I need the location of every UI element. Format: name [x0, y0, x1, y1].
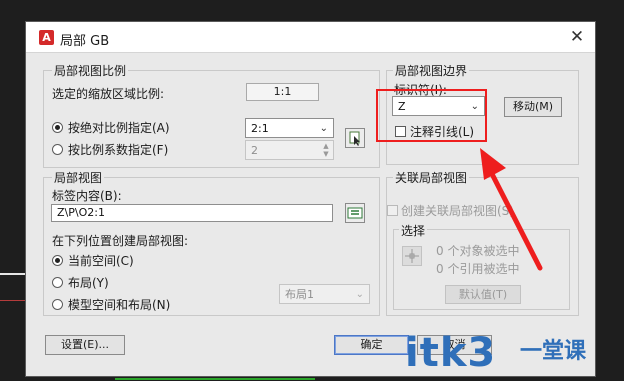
factor-scale-stepper[interactable]: 2 ▲ ▼ [245, 140, 334, 160]
label-content-label: 标签内容(B): [52, 189, 122, 203]
crosshair-icon [405, 249, 419, 263]
text-edit-icon [347, 207, 363, 219]
factor-scale-radio[interactable] [52, 144, 63, 155]
layout-select-value: 布局1 [285, 288, 314, 301]
leader-label[interactable]: 注释引线(L) [410, 123, 474, 140]
dialog-title: 局部 GB [60, 34, 110, 49]
boundary-group-title: 局部视图边界 [393, 62, 470, 79]
cad-line-red [0, 300, 25, 301]
label-content-input[interactable]: Z\P\O2:1 [51, 204, 333, 222]
layout-label[interactable]: 布局(Y) [68, 274, 109, 291]
chevron-down-icon: ⌄ [355, 289, 364, 300]
default-values-button[interactable]: 默认值(T) [445, 285, 521, 304]
pick-scale-button[interactable] [345, 128, 365, 148]
edit-label-button[interactable] [345, 203, 365, 223]
selected-zoom-value: 1:1 [246, 83, 319, 101]
absolute-scale-value: 2:1 [251, 122, 269, 135]
current-space-label[interactable]: 当前空间(C) [68, 252, 134, 269]
assoc-group-title: 关联局部视图 [393, 169, 470, 186]
scale-group-title: 局部视图比例 [52, 62, 129, 79]
absolute-scale-radio[interactable] [52, 122, 63, 133]
chevron-down-icon: ⌄ [319, 123, 328, 134]
stepper-arrows-icon: ▲ ▼ [323, 142, 329, 158]
layout-radio[interactable] [52, 277, 63, 288]
identifier-select[interactable]: Z ⌄ [392, 96, 485, 116]
select-subgroup-title: 选择 [399, 222, 428, 239]
move-button[interactable]: 移动(M) [504, 97, 562, 117]
model-and-layout-radio[interactable] [52, 299, 63, 310]
layout-select[interactable]: 布局1 ⌄ [279, 284, 370, 304]
factor-scale-label[interactable]: 按比例系数指定(F) [68, 141, 168, 158]
settings-button[interactable]: 设置(E)... [45, 335, 125, 355]
cad-line-green [115, 378, 315, 380]
selected-zoom-label: 选定的缩放区域比例: [52, 87, 165, 101]
label-content-value: Z\P\O2:1 [57, 206, 105, 219]
absolute-scale-select[interactable]: 2:1 ⌄ [245, 118, 334, 138]
pick-cursor-icon [349, 131, 360, 146]
title-bar: A 局部 GB ✕ [26, 22, 595, 53]
absolute-scale-label[interactable]: 按绝对比例指定(A) [68, 119, 170, 136]
watermark-subtext: 一堂课 [520, 339, 587, 364]
select-objects-button[interactable] [402, 246, 422, 266]
ok-button[interactable]: 确定 [334, 335, 409, 355]
create-assoc-checkbox[interactable] [387, 205, 398, 216]
red-arrow-annotation [480, 148, 543, 271]
detail-group-title: 局部视图 [52, 169, 105, 186]
chevron-down-icon: ⌄ [470, 101, 479, 112]
leader-checkbox[interactable] [395, 126, 406, 137]
factor-scale-value: 2 [251, 144, 258, 157]
close-icon[interactable]: ✕ [566, 27, 588, 47]
create-at-label: 在下列位置创建局部视图: [52, 234, 189, 248]
model-and-layout-label[interactable]: 模型空间和布局(N) [68, 296, 170, 313]
cad-line-white [0, 273, 25, 275]
current-space-radio[interactable] [52, 255, 63, 266]
identifier-value: Z [398, 100, 406, 113]
autocad-logo-icon: A [39, 30, 54, 45]
